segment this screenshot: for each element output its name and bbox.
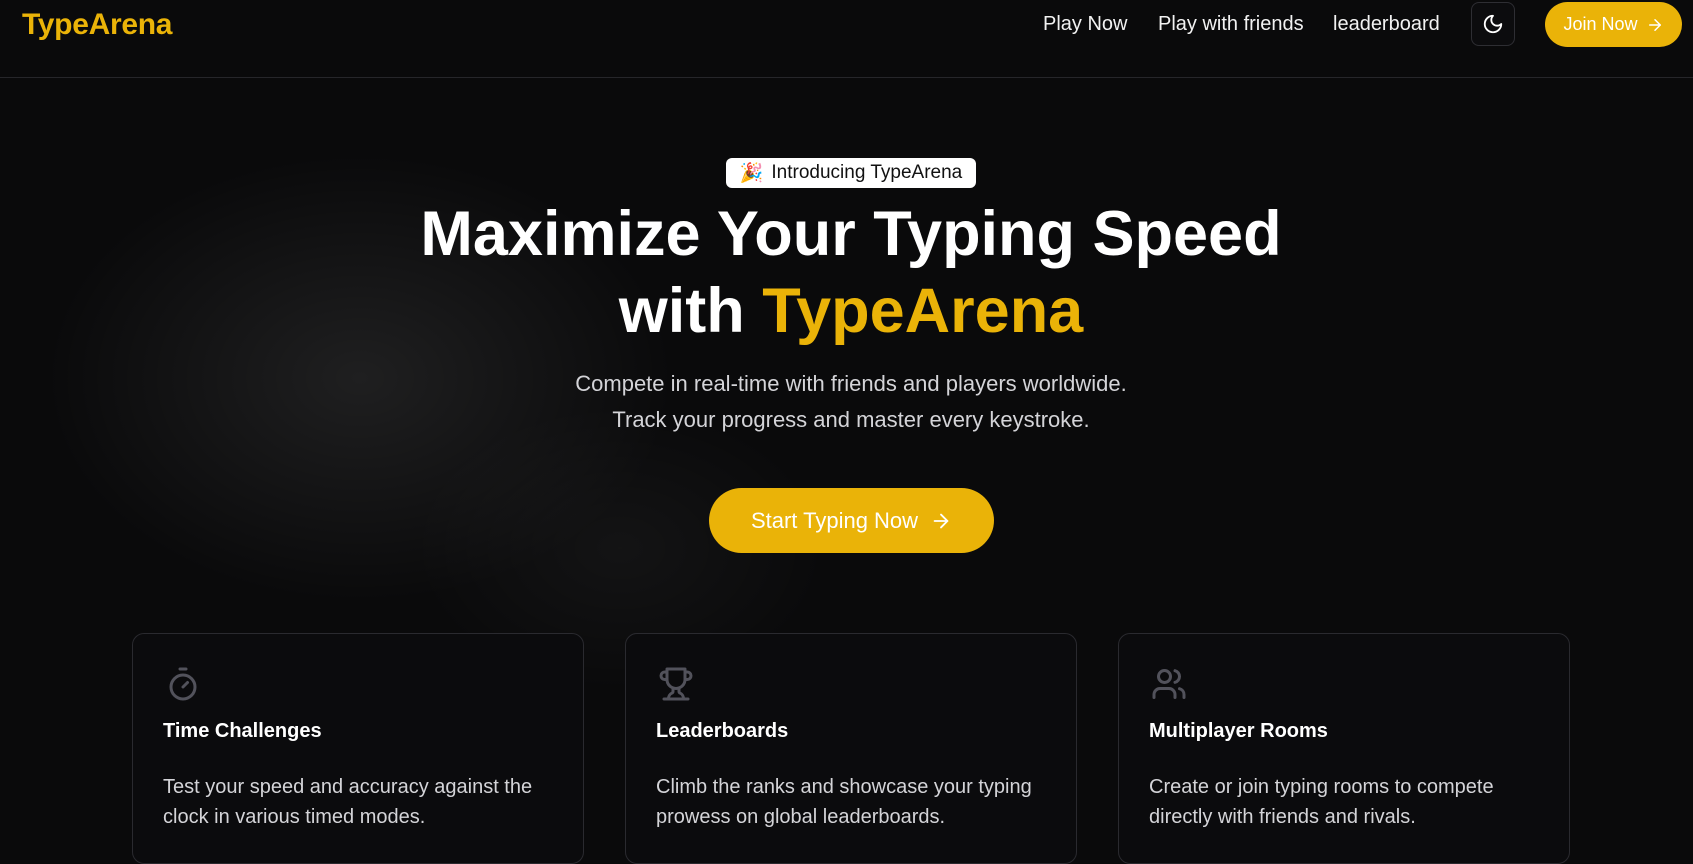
feature-title: Time Challenges <box>163 720 322 742</box>
trophy-icon <box>659 667 693 701</box>
join-now-label: Join Now <box>1563 14 1638 34</box>
hero-title-brand: TypeArena <box>762 276 1084 346</box>
moon-icon <box>1483 14 1503 34</box>
start-typing-label: Start Typing Now <box>750 507 919 533</box>
hero-subtitle-line1: Compete in real-time with friends and pl… <box>575 371 1127 396</box>
navbar: TypeArena Play Now Play with friends lea… <box>0 0 1693 78</box>
nav-link-play-with-friends[interactable]: Play with friends <box>1158 13 1304 36</box>
feature-description: Climb the ranks and showcase your typing… <box>656 776 1032 828</box>
start-typing-button[interactable]: Start Typing Now <box>709 488 994 553</box>
intro-badge-text: Introducing TypeArena <box>771 162 963 183</box>
brand-logo[interactable]: TypeArena <box>22 8 172 42</box>
feature-description: Test your speed and accuracy against the… <box>163 776 533 828</box>
arrow-right-icon <box>1648 18 1661 31</box>
hero-subtitle: Compete in real-time with friends and pl… <box>0 366 1693 438</box>
hero-title-line1: Maximize Your Typing Speed <box>420 199 1282 269</box>
feature-card-leaderboards: Leaderboards Climb the ranks and showcas… <box>625 633 1077 864</box>
arrow-right-icon <box>933 513 949 528</box>
users-icon <box>1152 669 1186 699</box>
nav-link-leaderboard[interactable]: leaderboard <box>1333 13 1440 36</box>
feature-description: Create or join typing rooms to compete d… <box>1149 776 1494 828</box>
nav-link-play-now[interactable]: Play Now <box>1043 13 1127 36</box>
feature-card-multiplayer-rooms: Multiplayer Rooms Create or join typing … <box>1118 633 1570 864</box>
feature-title: Multiplayer Rooms <box>1149 720 1328 742</box>
feature-card-time-challenges: Time Challenges Test your speed and accu… <box>132 633 584 864</box>
stopwatch-icon <box>169 667 197 701</box>
party-popper-icon: 🎉 <box>739 163 764 184</box>
feature-title: Leaderboards <box>656 720 789 742</box>
intro-badge: 🎉 Introducing TypeArena <box>726 158 976 188</box>
hero-title-with: with <box>618 276 745 346</box>
join-now-button[interactable]: Join Now <box>1545 2 1682 47</box>
hero-title: Maximize Your Typing Speed with TypeAren… <box>0 196 1693 350</box>
theme-toggle-button[interactable] <box>1471 2 1515 46</box>
hero-subtitle-line2: Track your progress and master every key… <box>612 407 1090 432</box>
